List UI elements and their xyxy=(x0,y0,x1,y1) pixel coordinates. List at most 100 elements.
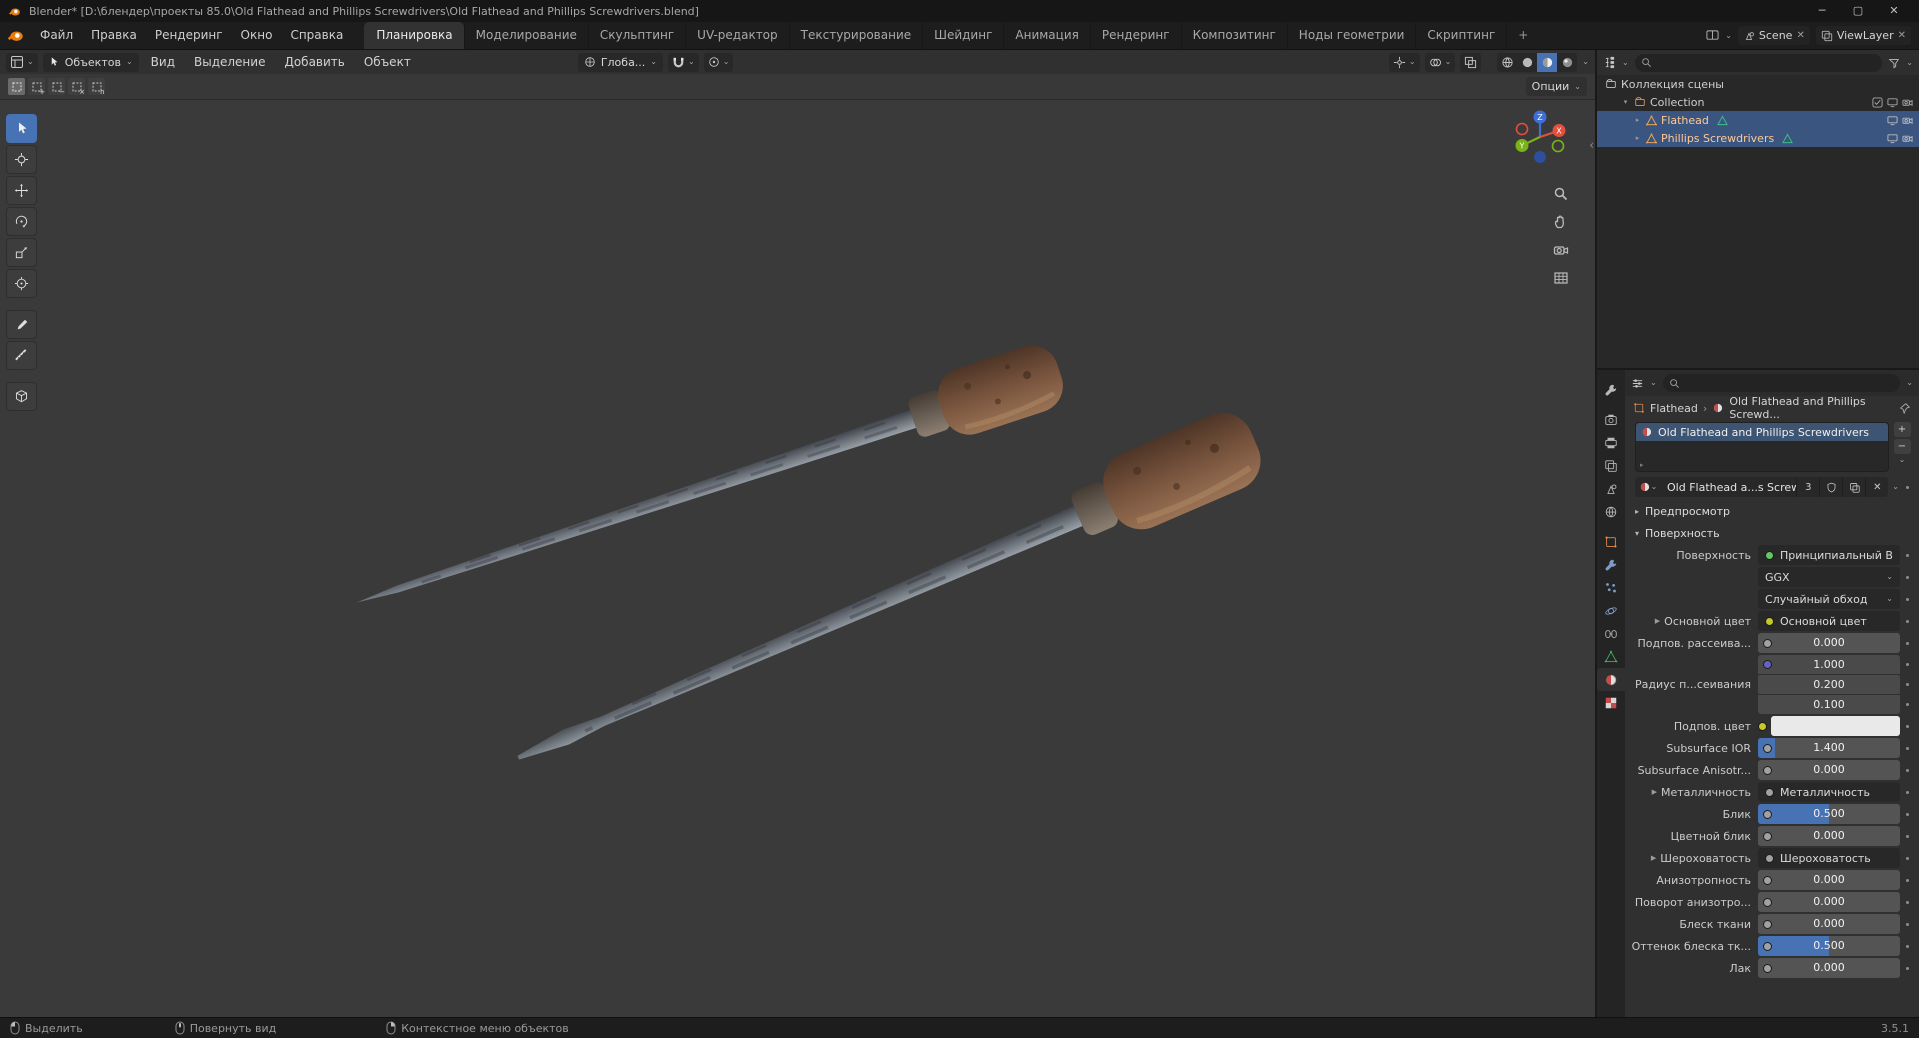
expand-icon[interactable]: ▶ xyxy=(1652,788,1657,796)
shading-solid-button[interactable] xyxy=(1517,53,1537,72)
decorate-dot[interactable] xyxy=(1900,936,1915,956)
snap-toggle[interactable]: ⌄ xyxy=(668,52,699,72)
decorate-dot[interactable] xyxy=(1900,611,1915,631)
show-overlays-toggle[interactable]: ⌄ xyxy=(1424,52,1456,72)
anisotropic-slider[interactable]: 0.000 xyxy=(1758,870,1900,890)
tab-object-data[interactable] xyxy=(1597,645,1625,668)
tab-output[interactable] xyxy=(1597,431,1625,454)
unlink-viewlayer-icon[interactable]: ✕ xyxy=(1898,30,1906,41)
menu-file[interactable]: Файл xyxy=(31,22,82,49)
menu-add[interactable]: Добавить xyxy=(277,55,351,69)
unlink-material-icon[interactable]: ✕ xyxy=(1865,477,1888,497)
shading-rendered-button[interactable] xyxy=(1557,53,1577,72)
specular-slider[interactable]: 0.500 xyxy=(1758,804,1900,824)
add-cube-tool[interactable] xyxy=(6,382,37,411)
screens-icon[interactable] xyxy=(1706,29,1719,42)
decorate-dot[interactable] xyxy=(1900,738,1915,758)
sheen-tint-slider[interactable]: 0.500 xyxy=(1758,936,1900,956)
tab-layout[interactable]: Планировка xyxy=(364,22,464,49)
decorate-dot[interactable] xyxy=(1900,567,1915,587)
tab-tool[interactable] xyxy=(1597,378,1625,401)
measure-tool[interactable] xyxy=(6,341,37,370)
select-mode-extend-button[interactable]: + xyxy=(28,78,45,96)
menu-object[interactable]: Объект xyxy=(357,55,418,69)
expand-icon[interactable]: ▶ xyxy=(1651,854,1656,862)
menu-window[interactable]: Окно xyxy=(232,22,282,49)
hide-viewport-monitor-icon[interactable] xyxy=(1887,97,1898,108)
decorate-dot[interactable] xyxy=(1900,782,1915,802)
tab-compositing[interactable]: Композитинг xyxy=(1180,22,1287,49)
scene-selector[interactable]: Scene ✕ xyxy=(1737,26,1810,45)
radius-y-field[interactable]: 0.200 xyxy=(1758,675,1900,694)
cursor-tool[interactable] xyxy=(6,145,37,174)
tab-scene[interactable] xyxy=(1597,477,1625,500)
exclude-checkbox-icon[interactable] xyxy=(1872,96,1883,108)
subsurface-anisotropy-slider[interactable]: 0.000 xyxy=(1758,760,1900,780)
viewlayer-selector[interactable]: ViewLayer ✕ xyxy=(1815,26,1911,45)
navigation-gizmo[interactable]: Z X Y xyxy=(1508,105,1572,169)
tab-animation[interactable]: Анимация xyxy=(1003,22,1089,49)
shading-dropdown-icon[interactable]: ⌄ xyxy=(1582,58,1589,66)
filter-funnel-icon[interactable] xyxy=(1888,57,1900,69)
add-slot-button[interactable]: + xyxy=(1893,422,1911,437)
outliner-row-phillips[interactable]: ▸ Phillips Screwdrivers xyxy=(1597,129,1919,147)
tab-constraints[interactable] xyxy=(1597,622,1625,645)
menu-select[interactable]: Выделение xyxy=(187,55,272,69)
tab-physics[interactable] xyxy=(1597,599,1625,622)
decorate-dots[interactable] xyxy=(1900,655,1915,714)
transform-orientation-dropdown[interactable]: Глоба... ⌄ xyxy=(577,52,663,72)
select-mode-intersect-button[interactable]: ∩ xyxy=(88,78,105,96)
outliner-editor-icon[interactable] xyxy=(1603,56,1616,69)
disclosure-icon[interactable]: ▸ xyxy=(1633,116,1642,124)
options-dropdown[interactable]: Опции ⌄ xyxy=(1525,77,1587,96)
maximize-button[interactable]: ▢ xyxy=(1841,0,1875,22)
tab-material[interactable] xyxy=(1597,668,1625,691)
menu-help[interactable]: Справка xyxy=(281,22,352,49)
tab-modeling[interactable]: Моделирование xyxy=(463,22,588,49)
subsurface-ior-slider[interactable]: 1.400 xyxy=(1758,738,1900,758)
properties-search-input[interactable] xyxy=(1662,374,1901,392)
disclosure-icon[interactable]: ▸ xyxy=(1633,134,1642,142)
material-name-field[interactable]: Old Flathead a...s Screwdrivers xyxy=(1661,477,1796,497)
show-gizmo-toggle[interactable]: ⌄ xyxy=(1388,52,1420,72)
tab-rendering[interactable]: Рендеринг xyxy=(1089,22,1181,49)
remove-slot-button[interactable]: − xyxy=(1893,439,1911,454)
outliner-row-flathead[interactable]: ▸ Flathead xyxy=(1597,111,1919,129)
tab-render[interactable] xyxy=(1597,408,1625,431)
breadcrumb-material[interactable]: Old Flathead and Phillips Screwd... xyxy=(1729,395,1894,421)
decorate-dot[interactable] xyxy=(1900,892,1915,912)
base-color-link-button[interactable]: Основной цвет xyxy=(1758,611,1900,631)
tab-particles[interactable] xyxy=(1597,576,1625,599)
breadcrumb-object[interactable]: Flathead xyxy=(1650,402,1698,415)
tab-sculpting[interactable]: Скульптинг xyxy=(587,22,685,49)
menu-view[interactable]: Вид xyxy=(144,55,182,69)
annotate-tool[interactable] xyxy=(6,310,37,339)
properties-editor-icon[interactable] xyxy=(1631,377,1644,390)
chevron-down-icon[interactable]: ⌄ xyxy=(1906,58,1913,67)
minimize-button[interactable]: ─ xyxy=(1805,0,1839,22)
roughness-link-button[interactable]: Шероховатость xyxy=(1758,848,1900,868)
subsurface-method-dropdown[interactable]: Случайный обход ⌄ xyxy=(1758,589,1900,609)
shading-wireframe-button[interactable] xyxy=(1497,53,1517,72)
unlink-scene-icon[interactable]: ✕ xyxy=(1796,30,1804,41)
material-extra-menu-icon[interactable]: ⌄ xyxy=(1892,483,1899,491)
distribution-dropdown[interactable]: GGX ⌄ xyxy=(1758,567,1900,587)
grid-ortho-icon[interactable] xyxy=(1553,270,1569,286)
mode-dropdown[interactable]: Объектов ⌄ xyxy=(42,52,139,72)
subsurface-slider[interactable]: 0.000 xyxy=(1758,633,1900,653)
rotate-tool[interactable] xyxy=(6,207,37,236)
select-mode-invert-button[interactable]: × xyxy=(68,78,85,96)
decorate-dot[interactable] xyxy=(1900,826,1915,846)
add-workspace-button[interactable]: + xyxy=(1506,22,1539,49)
metallic-link-button[interactable]: Металличность xyxy=(1758,782,1900,802)
hide-viewport-monitor-icon[interactable] xyxy=(1887,133,1898,144)
decorate-dot[interactable] xyxy=(1900,914,1915,934)
tab-view-layer[interactable] xyxy=(1597,454,1625,477)
radius-z-field[interactable]: 0.100 xyxy=(1758,695,1900,714)
select-box-tool[interactable] xyxy=(6,114,37,143)
proportional-editing-toggle[interactable]: ⌄ xyxy=(703,52,734,72)
decorate-dot[interactable] xyxy=(1900,804,1915,824)
tab-geometry-nodes[interactable]: Ноды геометрии xyxy=(1286,22,1416,49)
scale-tool[interactable] xyxy=(6,238,37,267)
fake-user-shield-icon[interactable] xyxy=(1819,477,1842,497)
